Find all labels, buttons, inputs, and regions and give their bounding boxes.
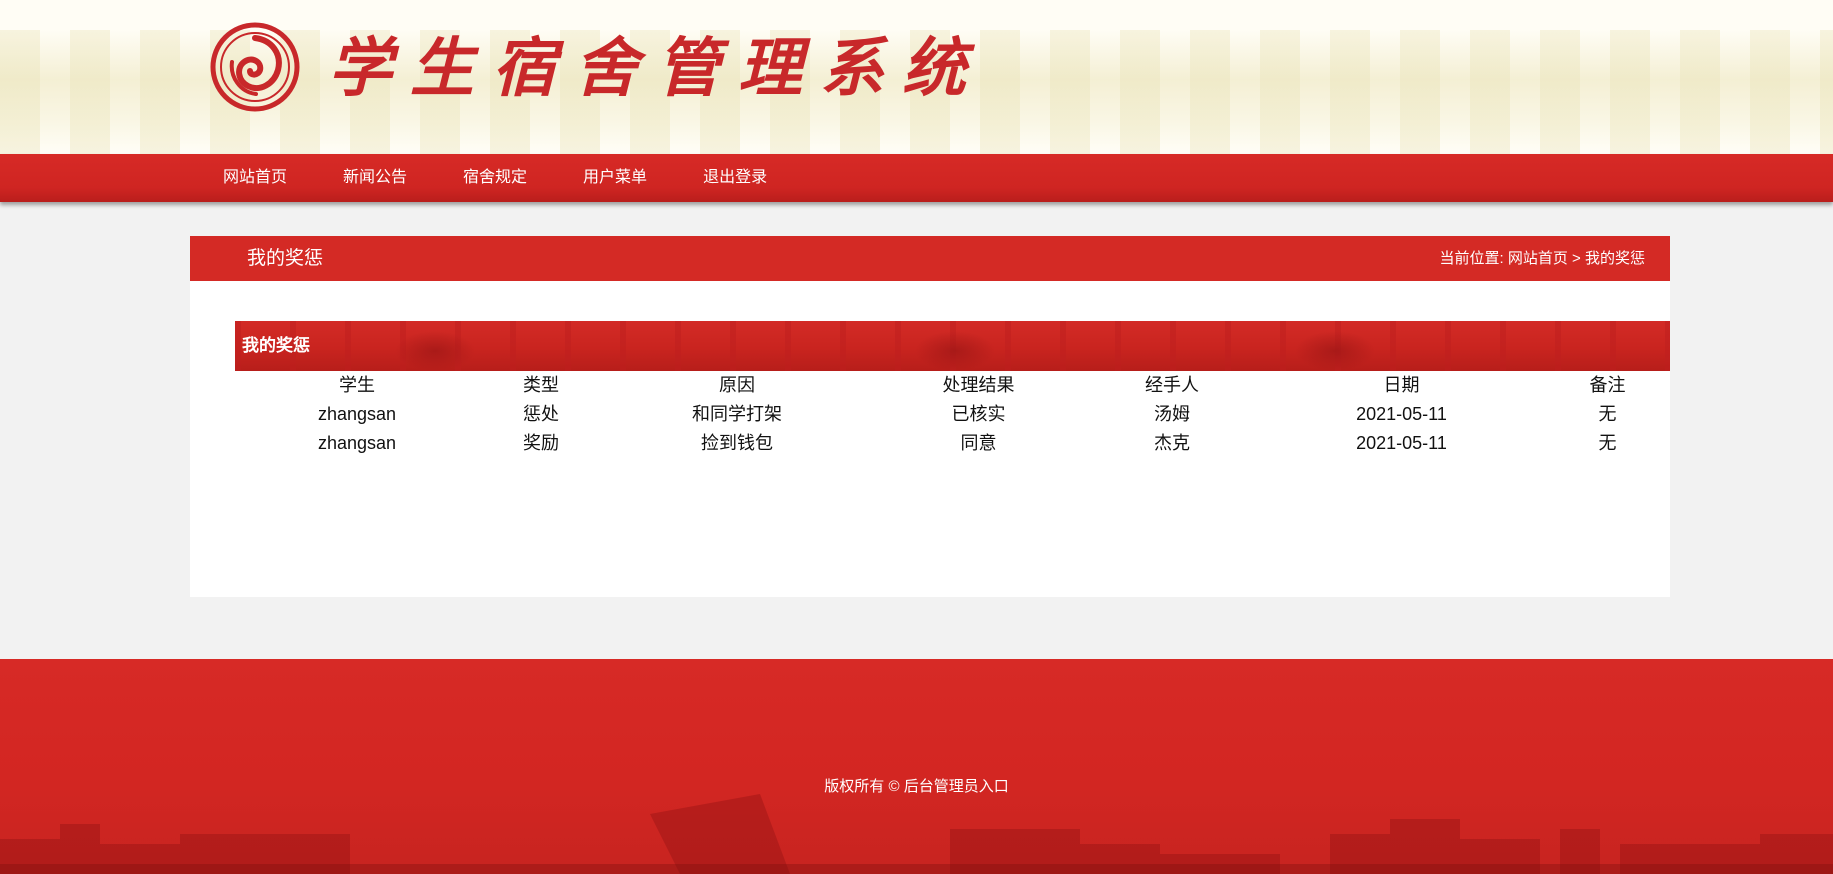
table-cell: 同意	[960, 433, 997, 453]
nav-item-rules[interactable]: 宿舍规定	[463, 154, 527, 202]
breadcrumb-separator: >	[1572, 250, 1581, 267]
table-cell: 已核实	[951, 404, 1006, 424]
copyright-text: 版权所有 ©	[824, 778, 900, 795]
admin-login-link[interactable]: 后台管理员入口	[904, 778, 1009, 795]
nav-item-user-menu[interactable]: 用户菜单	[583, 154, 647, 202]
table-cell: zhangsan	[317, 404, 397, 424]
site-header: 学生宿舍管理系统	[0, 0, 1833, 154]
school-emblem-icon	[210, 22, 300, 112]
breadcrumb: 当前位置: 网站首页 > 我的奖惩	[1440, 236, 1645, 281]
section-header: 我的奖惩	[235, 321, 1670, 371]
table-cell: 奖励	[523, 433, 559, 453]
table-cell: 汤姆	[1154, 404, 1190, 424]
site-title: 学生宿舍管理系统	[328, 31, 984, 106]
table-cell: zhangsan	[317, 433, 397, 453]
page-title: 我的奖惩	[247, 248, 324, 269]
table-row: zhangsan 惩处 和同学打架 已核实 汤姆 2021-05-11 无	[235, 400, 1670, 429]
panel-header: 我的奖惩 当前位置: 网站首页 > 我的奖惩	[190, 236, 1670, 281]
nav-item-home[interactable]: 网站首页	[223, 154, 287, 202]
table-cell: 和同学打架	[692, 404, 782, 424]
table-row: zhangsan 奖励 捡到钱包 同意 杰克 2021-05-11 无	[235, 429, 1670, 458]
table-cell: 杰克	[1154, 433, 1190, 453]
table-cell: 无	[1598, 433, 1617, 453]
nav-item-logout[interactable]: 退出登录	[703, 154, 767, 202]
column-header: 原因	[719, 375, 755, 395]
table-cell: 捡到钱包	[701, 433, 773, 453]
column-header: 经手人	[1145, 375, 1199, 395]
table-header-row: 学生 类型 原因 处理结果 经手人 日期 备注	[235, 371, 1670, 400]
table-cell: 2021-05-11	[1356, 404, 1447, 424]
breadcrumb-prefix: 当前位置:	[1439, 250, 1504, 267]
copyright: 版权所有 © 后台管理员入口	[0, 775, 1833, 796]
main-panel: 我的奖惩 当前位置: 网站首页 > 我的奖惩 我的奖惩 学生 类型 原因 处理结…	[190, 236, 1670, 597]
main-nav: 网站首页 新闻公告 宿舍规定 用户菜单 退出登录	[0, 154, 1833, 202]
column-header: 备注	[1589, 375, 1626, 395]
campus-skyline-decoration	[0, 794, 1833, 874]
breadcrumb-current: 我的奖惩	[1584, 250, 1645, 267]
table-cell: 无	[1598, 404, 1617, 424]
column-header: 处理结果	[942, 375, 1015, 395]
rewards-table: 学生 类型 原因 处理结果 经手人 日期 备注 zhangsan 惩处 和同学打…	[235, 371, 1670, 458]
table-cell: 惩处	[523, 404, 559, 424]
nav-item-news[interactable]: 新闻公告	[343, 154, 407, 202]
section-title: 我的奖惩	[242, 336, 310, 355]
column-header: 学生	[339, 375, 375, 395]
breadcrumb-home-link[interactable]: 网站首页	[1508, 250, 1568, 267]
column-header: 日期	[1383, 375, 1420, 395]
site-footer: 版权所有 © 后台管理员入口	[0, 659, 1833, 874]
table-cell: 2021-05-11	[1356, 433, 1447, 453]
column-header: 类型	[523, 375, 559, 395]
